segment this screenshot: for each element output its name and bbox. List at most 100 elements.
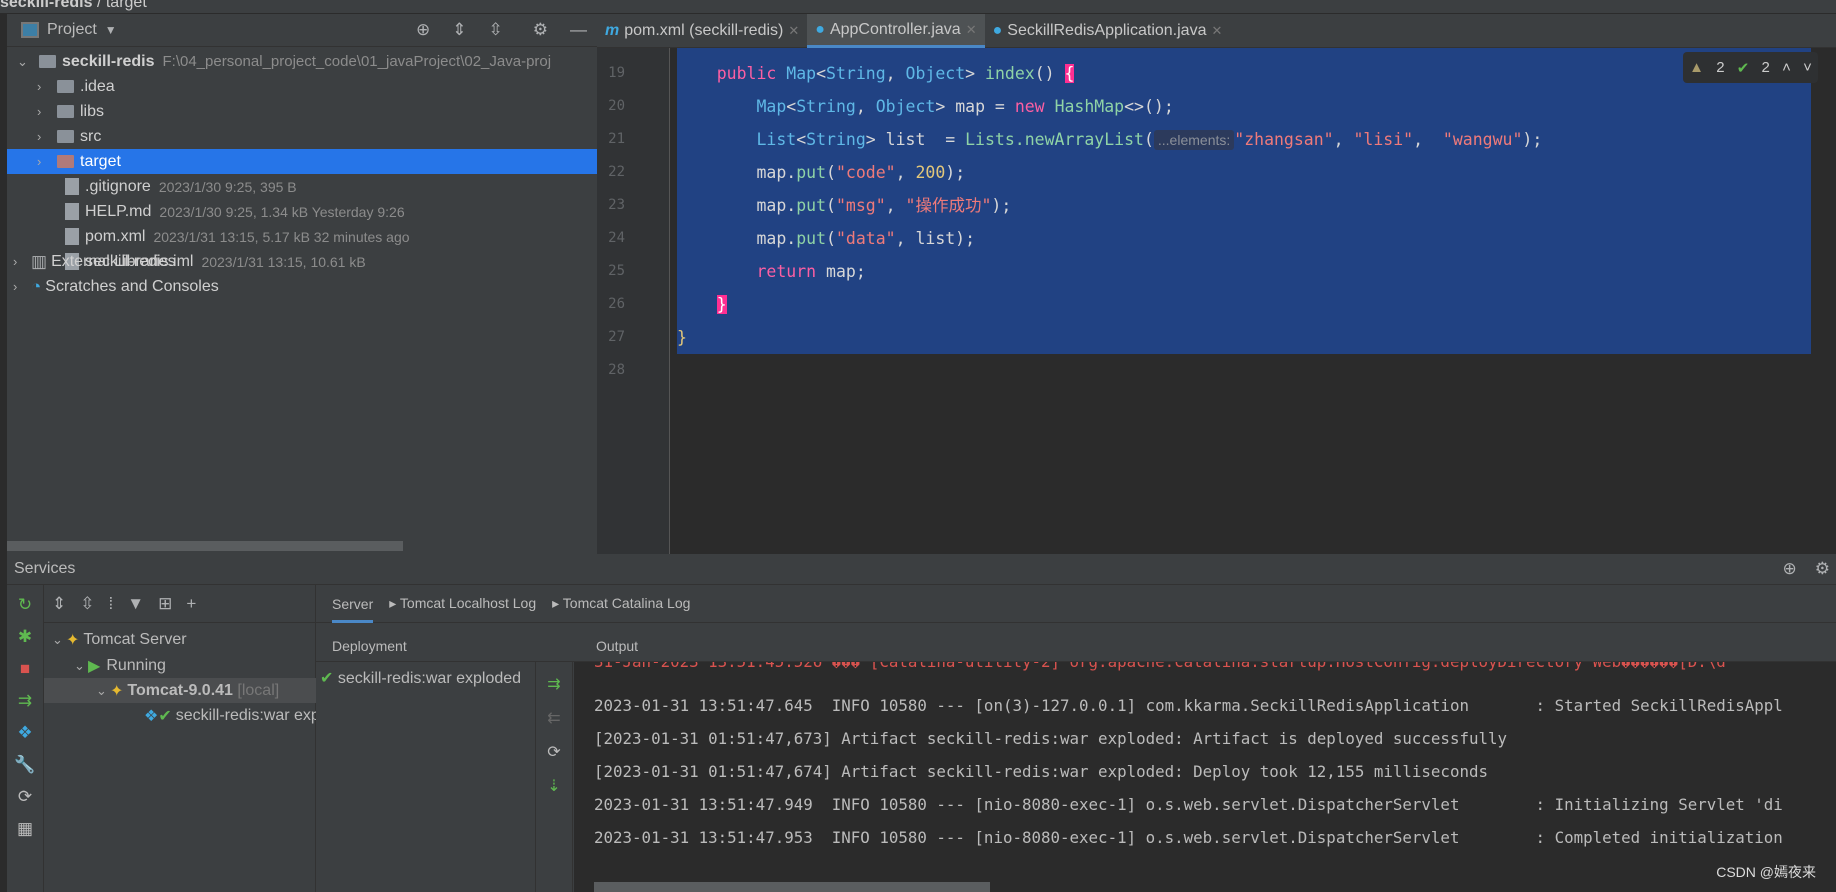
close-icon[interactable]: ✕ — [966, 22, 977, 38]
expand-all-icon[interactable]: ⇕ — [452, 20, 466, 40]
item-name: HELP.md — [85, 202, 152, 220]
code-token: "zhangsan" — [1234, 130, 1334, 149]
log-line: 2023-01-31 13:51:47.949 INFO 10580 --- [… — [594, 795, 1783, 814]
locate-icon[interactable]: ⊕ — [416, 20, 430, 40]
layout-icon[interactable]: ▦ — [17, 819, 33, 839]
deployment-item[interactable]: ✔ seckill-redis:war exploded — [316, 662, 535, 694]
output-console[interactable]: 31-Jan-2023 13:51:45.526 ��� [Catalina-u… — [574, 662, 1836, 892]
tree-root[interactable]: ⌄ seckill-redis F:\04_personal_project_co… — [7, 49, 597, 74]
collapse-all-icon[interactable]: ⇳ — [489, 20, 503, 40]
tree-item[interactable]: › target — [7, 149, 597, 174]
log-line: [2023-01-31 01:51:47,673] Artifact secki… — [594, 729, 1508, 748]
project-panel: Project ▼ ⊕ ⇕ ⇳ ⚙ — ⌄ seckill-redis F:\04… — [7, 14, 597, 554]
refresh-icon[interactable]: ⟳ — [547, 742, 560, 762]
code-token: put — [796, 163, 827, 182]
folder-icon — [57, 155, 74, 168]
label: External Libraries — [51, 252, 176, 270]
locate-icon[interactable]: ⊕ — [1783, 559, 1797, 579]
refresh-icon[interactable]: ⟳ — [18, 787, 32, 807]
code-token: , — [1333, 130, 1354, 149]
chevron-right-icon[interactable]: › — [37, 154, 51, 169]
item-meta: 2023/1/30 9:25, 1.34 kB Yesterday 9:26 — [159, 203, 405, 220]
gear-icon[interactable]: ⚙ — [533, 20, 548, 40]
line-number: 26 — [608, 296, 625, 312]
tree-external-libraries[interactable]: › ▥ External Libraries — [7, 249, 597, 274]
chevron-right-icon[interactable]: › — [13, 279, 27, 294]
item-name: .gitignore — [85, 177, 151, 195]
run-icon: ▶ — [88, 657, 101, 675]
tab-catalina-log[interactable]: ▸ Tomcat Catalina Log — [552, 595, 690, 612]
code-token: Object — [905, 64, 966, 83]
breadcrumb-project[interactable]: seckill-redis — [0, 0, 93, 11]
tab-localhost-log[interactable]: ▸ Tomcat Localhost Log — [389, 595, 536, 612]
code-token: < — [796, 130, 807, 149]
code-token: put — [796, 229, 827, 248]
tree-artifact[interactable]: ❖✔seckill-redis:war exploded — [44, 703, 316, 728]
wrench-icon[interactable]: 🔧 — [14, 755, 35, 775]
horizontal-scrollbar[interactable] — [7, 541, 403, 551]
code-token: new — [1014, 97, 1055, 116]
log-line: 31-Jan-2023 13:51:45.526 ��� [Catalina-u… — [594, 662, 1726, 671]
debug-icon[interactable]: ✱ — [18, 627, 32, 647]
editor-tab[interactable]: ● AppController.java ✕ — [807, 14, 985, 48]
minimize-icon[interactable]: — — [570, 20, 587, 40]
tree-item[interactable]: pom.xml 2023/1/31 13:15, 5.17 kB 32 minut… — [7, 224, 597, 249]
rerun-icon[interactable]: ↻ — [18, 595, 32, 615]
horizontal-scrollbar[interactable] — [594, 882, 990, 892]
project-title[interactable]: Project — [47, 21, 97, 39]
tree-running[interactable]: ⌄ ▶ Running — [44, 653, 316, 678]
tree-tomcat-server[interactable]: ⌄ ✦ Tomcat Server — [44, 627, 316, 652]
expand-all-icon[interactable]: ⇕ — [52, 594, 66, 614]
close-icon[interactable]: ✕ — [788, 23, 799, 39]
scratches-icon: ◔ — [31, 276, 42, 296]
chevron-down-icon[interactable]: ˅ — [1803, 59, 1812, 76]
inspection-widget[interactable]: ▲ 2 ✔ 2 ˄ ˅ — [1683, 52, 1818, 83]
breadcrumb-target[interactable]: target — [106, 0, 147, 11]
code-token: String — [796, 97, 856, 116]
chevron-right-icon[interactable]: › — [37, 104, 51, 119]
new-tab-icon[interactable]: ⊞ — [158, 594, 172, 614]
project-icon — [21, 22, 39, 38]
filter-icon[interactable]: ▼ — [127, 594, 144, 614]
undeploy-icon[interactable]: ⇇ — [547, 708, 560, 728]
tree-item[interactable]: › src — [7, 124, 597, 149]
tab-label: pom.xml (seckill-redis) — [624, 22, 784, 39]
label: Tomcat Localhost Log — [399, 595, 537, 611]
tree-scratches[interactable]: › ◔ Scratches and Consoles — [7, 274, 597, 299]
close-icon[interactable]: ✕ — [1211, 23, 1222, 39]
add-icon[interactable]: + — [186, 594, 196, 614]
line-number: 22 — [608, 164, 625, 180]
chevron-right-icon[interactable]: › — [37, 129, 51, 144]
update-icon[interactable]: ⇣ — [547, 776, 560, 796]
chevron-right-icon[interactable]: › — [13, 254, 27, 269]
code-token: map. — [677, 163, 797, 182]
collapse-all-icon[interactable]: ⇳ — [80, 594, 94, 614]
tree-item[interactable]: › .idea — [7, 74, 597, 99]
item-name: libs — [80, 102, 105, 120]
tree-item[interactable]: › libs — [7, 99, 597, 124]
tab-server[interactable]: Server — [332, 596, 374, 623]
code-token: <>(); — [1124, 97, 1174, 116]
stop-icon[interactable]: ■ — [20, 659, 30, 679]
services-icon[interactable]: ❖ — [17, 723, 32, 743]
chevron-up-icon[interactable]: ˄ — [1782, 59, 1791, 76]
gear-icon[interactable]: ⚙ — [1815, 559, 1830, 579]
code-token: > list = — [865, 130, 966, 149]
editor-gutter: 19 20 21 22 23 24 25 26 27 28 — [597, 48, 670, 554]
chevron-down-icon[interactable]: ⌄ — [17, 54, 31, 70]
tree-item[interactable]: .gitignore 2023/1/30 9:25, 395 B — [7, 174, 597, 199]
code-token: ( — [826, 163, 836, 182]
tree-item[interactable]: HELP.md 2023/1/30 9:25, 1.34 kB Yesterday… — [7, 199, 597, 224]
group-icon[interactable]: ⁞ — [109, 594, 114, 614]
code-token: , list); — [895, 229, 976, 248]
chevron-down-icon[interactable]: ▼ — [105, 23, 117, 37]
editor-tab[interactable]: ● SeckillRedisApplication.java ✕ — [985, 14, 1231, 48]
deploy-icon[interactable]: ⇉ — [18, 691, 32, 711]
deploy-icon[interactable]: ⇉ — [547, 674, 560, 694]
chevron-right-icon[interactable]: › — [37, 79, 51, 94]
code-token: > — [965, 64, 986, 83]
editor-tab[interactable]: m pom.xml (seckill-redis) ✕ — [597, 14, 807, 48]
tree-tomcat-instance[interactable]: ⌄ ✦ Tomcat-9.0.41 [local] — [44, 678, 316, 703]
services-tabs: Server ▸ Tomcat Localhost Log ▸ Tomcat C… — [316, 585, 1836, 623]
